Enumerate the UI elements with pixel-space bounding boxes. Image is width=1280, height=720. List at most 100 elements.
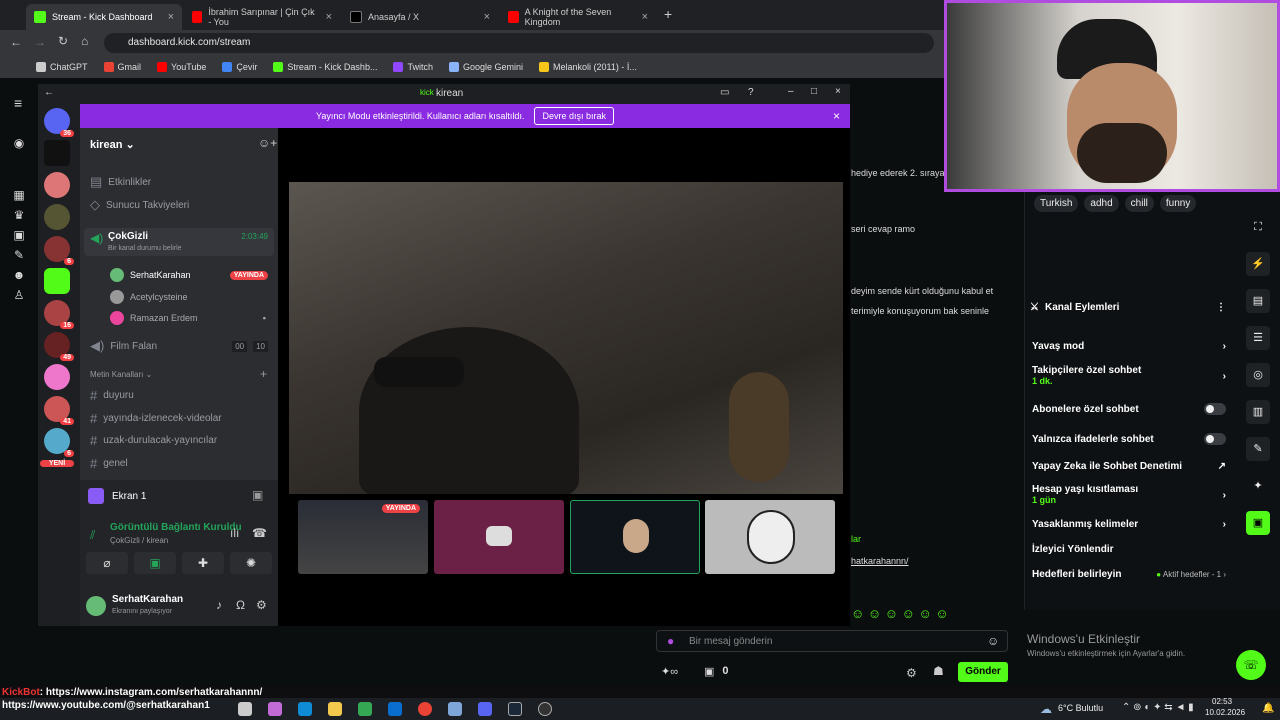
settings-icon[interactable]: ⚙ <box>906 666 917 680</box>
bot-icon[interactable]: ☗ <box>933 664 944 678</box>
bookmark-youtube[interactable]: YouTube <box>151 62 212 72</box>
tab-youtube[interactable]: İbrahim Sarıpınar | Çin Çık - You × <box>184 4 340 30</box>
server-icon[interactable]: 49 <box>44 332 74 361</box>
chat-link[interactable]: hatkarahannn/ <box>851 556 909 566</box>
channel-duyuru[interactable]: # duyuru <box>80 388 144 403</box>
headphones-icon[interactable]: Ω <box>236 598 245 612</box>
bookmark-gemini[interactable]: Google Gemini <box>443 62 529 72</box>
reload-icon[interactable]: ↻ <box>58 34 68 48</box>
weather-text[interactable]: 6°C Bulutlu <box>1058 703 1103 713</box>
subscribers-toggle[interactable] <box>1204 403 1226 415</box>
infinity-icon[interactable]: ✦∞ <box>661 665 678 678</box>
chat-icon[interactable]: ☰ <box>1246 326 1270 350</box>
action-followers-only[interactable]: Takipçilere özel sohbet 1 dk. › <box>1026 358 1232 394</box>
minimize-icon[interactable]: – <box>788 86 794 97</box>
invite-icon[interactable]: ☺+ <box>258 136 277 150</box>
video-icon[interactable]: ▣ <box>11 228 27 242</box>
obs-icon[interactable] <box>538 702 552 716</box>
bookmark-kick[interactable]: Stream - Kick Dashb... <box>267 62 383 72</box>
channel-events[interactable]: ▤ Etkinlikler <box>80 174 161 190</box>
flash-icon[interactable]: ⚡ <box>1246 252 1270 276</box>
chrome-icon[interactable] <box>418 702 432 716</box>
bookmark-twitch[interactable]: Twitch <box>387 62 439 72</box>
add-channel-icon[interactable]: + <box>260 367 267 381</box>
screen-share-video[interactable] <box>289 182 843 494</box>
server-icon[interactable] <box>44 204 70 230</box>
live-icon[interactable]: ◉ <box>11 136 27 150</box>
new-tab-icon[interactable]: + <box>664 6 672 22</box>
users-icon[interactable]: ☻ <box>11 268 27 282</box>
menu-icon[interactable]: ≡ <box>14 95 22 111</box>
server-icon[interactable]: 6 <box>44 428 74 457</box>
close-banner-icon[interactable]: × <box>833 109 840 123</box>
tag[interactable]: chill <box>1124 195 1154 212</box>
dashboard-icon[interactable]: ▦ <box>11 188 27 202</box>
camera-thumbnail[interactable] <box>570 500 700 574</box>
voice-user[interactable]: Ramazan Erdem ▪ <box>80 311 272 325</box>
activities-icon[interactable]: ✚ <box>182 552 224 574</box>
avatar[interactable] <box>86 596 106 616</box>
soundboard-icon[interactable]: ✺ <box>230 552 272 574</box>
steam-icon[interactable] <box>508 702 522 716</box>
channel-videos[interactable]: # yayında-izlenecek-videolar <box>80 411 232 426</box>
outlook-icon[interactable] <box>388 702 402 716</box>
server-icon[interactable] <box>44 140 70 166</box>
noise-icon[interactable]: ılı <box>230 526 239 540</box>
server-icon[interactable]: 6 <box>44 236 74 265</box>
microphone-icon[interactable]: ♪ <box>216 598 222 612</box>
screen-share-item[interactable]: Ekran 1 <box>88 488 146 504</box>
tag[interactable]: Turkish <box>1034 195 1079 212</box>
card-icon[interactable]: ▥ <box>1246 400 1270 424</box>
channel-boosts[interactable]: ◇ Sunucu Takviyeleri <box>80 197 199 213</box>
action-banned-words[interactable]: Yasaklanmış kelimeler › <box>1026 512 1232 536</box>
bookmark-melankoli[interactable]: Melankoli (2011) - İ... <box>533 62 643 72</box>
disconnect-icon[interactable]: ☎ <box>252 526 267 540</box>
emote-row[interactable]: ☺ ☺ ☺ ☺ ☺ ☺ <box>851 606 1021 621</box>
server-icon[interactable]: 41 <box>44 396 74 425</box>
maximize-icon[interactable]: □ <box>811 86 817 97</box>
tool-icon[interactable]: ✎ <box>1246 437 1270 461</box>
server-icon[interactable] <box>44 364 70 390</box>
tab-x[interactable]: Anasayfa / X × <box>342 4 498 30</box>
trophy-icon[interactable]: ♛ <box>11 208 27 222</box>
disable-streamer-mode-button[interactable]: Devre dışı bırak <box>534 107 614 125</box>
forward-icon[interactable]: → <box>34 35 46 49</box>
action-subscribers-only[interactable]: Abonelere özel sohbet <box>1026 394 1232 424</box>
server-icon[interactable] <box>44 172 70 198</box>
copilot-icon[interactable] <box>268 702 282 716</box>
action-goals[interactable]: Hedefleri belirleyin ● Aktif hedefler - 1… <box>1026 562 1232 586</box>
back-icon[interactable]: ← <box>44 87 54 98</box>
tag[interactable]: adhd <box>1084 195 1119 212</box>
edge-icon[interactable] <box>298 702 312 716</box>
stream-thumbnail[interactable]: YAYINDA <box>298 500 428 574</box>
creator-icon[interactable]: ♙ <box>11 288 27 302</box>
chat-message-input[interactable]: Bir mesaj gönderin <box>656 630 1008 652</box>
popout-icon[interactable]: ▣ <box>252 488 263 502</box>
action-raid[interactable]: İzleyici Yönlendir <box>1026 536 1232 562</box>
task-view-icon[interactable] <box>238 702 252 716</box>
share-screen-icon[interactable]: ▣ <box>134 552 176 574</box>
avatar-thumbnail[interactable] <box>705 500 835 574</box>
tray-icons[interactable]: ⌃ ⊚ ◐ ✦ ⇆ ◄ ▮ <box>1122 702 1194 713</box>
bookmark-chatgpt[interactable]: ChatGPT <box>30 62 94 72</box>
url-input[interactable]: dashboard.kick.com/stream <box>104 33 934 53</box>
home-icon[interactable]: ⌂ <box>81 34 88 48</box>
support-icon[interactable]: ☏ <box>1236 650 1266 680</box>
tag[interactable]: funny <box>1159 195 1197 212</box>
discord-icon[interactable] <box>478 702 492 716</box>
inbox-icon[interactable]: ▭ <box>720 87 729 98</box>
channel-streamers[interactable]: # uzak-durulacak-yayıncılar <box>80 433 227 448</box>
tab-kick-dashboard[interactable]: Stream - Kick Dashboard × <box>26 4 182 30</box>
emotes-toggle[interactable] <box>1204 433 1226 445</box>
expand-icon[interactable]: ⛶ <box>1246 215 1270 239</box>
help-icon[interactable]: ? <box>748 87 754 98</box>
channel-film[interactable]: ◀) Film Falan 00 10 <box>80 338 278 354</box>
broadcast-icon[interactable]: ◎ <box>1246 363 1270 387</box>
emoji-icon[interactable]: ☺ <box>987 634 999 648</box>
channel-genel[interactable]: # genel <box>80 456 138 471</box>
send-button[interactable]: Gönder <box>958 662 1008 682</box>
kick-server-icon[interactable] <box>44 268 70 294</box>
back-icon[interactable]: ← <box>10 35 22 49</box>
voice-user[interactable]: Acetylcysteine <box>80 290 188 304</box>
clip-icon[interactable]: ▤ <box>1246 289 1270 313</box>
